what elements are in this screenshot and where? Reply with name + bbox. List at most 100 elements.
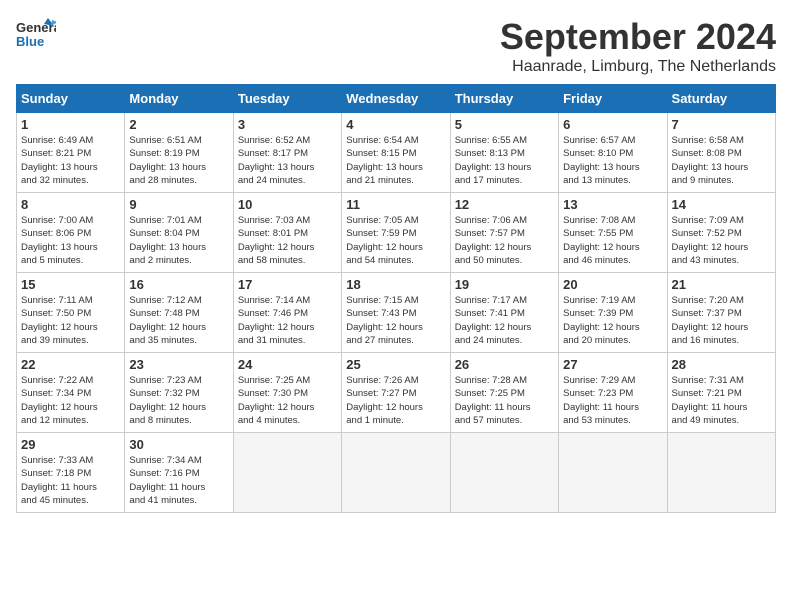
table-row: 11Sunrise: 7:05 AMSunset: 7:59 PMDayligh… [342,193,450,273]
day-details: Sunrise: 7:33 AMSunset: 7:18 PMDaylight:… [21,454,120,507]
day-number: 22 [21,357,120,372]
page-header: General Blue September 2024 Haanrade, Li… [16,16,776,76]
table-row: 29 Sunrise: 7:33 AMSunset: 7:18 PMDayligh… [17,433,125,513]
table-row: 24Sunrise: 7:25 AMSunset: 7:30 PMDayligh… [233,353,341,433]
day-details: Sunrise: 7:34 AMSunset: 7:16 PMDaylight:… [129,454,228,507]
day-number: 28 [672,357,771,372]
calendar-week-row: 1 Sunrise: 6:49 AMSunset: 8:21 PMDaylight… [17,113,776,193]
day-details: Sunrise: 7:28 AMSunset: 7:25 PMDaylight:… [455,374,554,427]
day-number: 20 [563,277,662,292]
day-number: 15 [21,277,120,292]
col-monday: Monday [125,85,233,113]
day-details: Sunrise: 7:11 AMSunset: 7:50 PMDaylight:… [21,294,120,347]
table-row: 13 Sunrise: 7:08 AMSunset: 7:55 PMDayligh… [559,193,667,273]
day-number: 2 [129,117,228,132]
day-number: 18 [346,277,445,292]
table-row: 22 Sunrise: 7:22 AMSunset: 7:34 PMDayligh… [17,353,125,433]
table-row: 26 Sunrise: 7:28 AMSunset: 7:25 PMDayligh… [450,353,558,433]
table-row: 30Sunrise: 7:34 AMSunset: 7:16 PMDayligh… [125,433,233,513]
day-details: Sunrise: 7:00 AMSunset: 8:06 PMDaylight:… [21,214,120,267]
day-details: Sunrise: 7:15 AMSunset: 7:43 PMDaylight:… [346,294,445,347]
day-number: 29 [21,437,120,452]
day-number: 24 [238,357,337,372]
table-row [233,433,341,513]
logo: General Blue [16,16,56,52]
table-row: 5 Sunrise: 6:55 AMSunset: 8:13 PMDaylight… [450,113,558,193]
table-row: 18 Sunrise: 7:15 AMSunset: 7:43 PMDayligh… [342,273,450,353]
day-details: Sunrise: 7:12 AMSunset: 7:48 PMDaylight:… [129,294,228,347]
day-details: Sunrise: 7:01 AMSunset: 8:04 PMDaylight:… [129,214,228,267]
table-row: 25 Sunrise: 7:26 AMSunset: 7:27 PMDayligh… [342,353,450,433]
day-details: Sunrise: 7:29 AMSunset: 7:23 PMDaylight:… [563,374,662,427]
day-number: 6 [563,117,662,132]
calendar-week-row: 22 Sunrise: 7:22 AMSunset: 7:34 PMDayligh… [17,353,776,433]
table-row: 21 Sunrise: 7:20 AMSunset: 7:37 PMDayligh… [667,273,775,353]
month-title: September 2024 [500,16,776,58]
calendar-week-row: 15 Sunrise: 7:11 AMSunset: 7:50 PMDayligh… [17,273,776,353]
day-number: 21 [672,277,771,292]
day-number: 19 [455,277,554,292]
day-number: 13 [563,197,662,212]
col-friday: Friday [559,85,667,113]
day-details: Sunrise: 7:31 AMSunset: 7:21 PMDaylight:… [672,374,771,427]
title-block: September 2024 Haanrade, Limburg, The Ne… [500,16,776,76]
day-number: 3 [238,117,337,132]
table-row: 15 Sunrise: 7:11 AMSunset: 7:50 PMDayligh… [17,273,125,353]
day-details: Sunrise: 6:58 AMSunset: 8:08 PMDaylight:… [672,134,771,187]
calendar-body: 1 Sunrise: 6:49 AMSunset: 8:21 PMDaylight… [17,113,776,513]
day-number: 12 [455,197,554,212]
calendar-header-row: Sunday Monday Tuesday Wednesday Thursday… [17,85,776,113]
day-number: 7 [672,117,771,132]
day-number: 10 [238,197,337,212]
day-details: Sunrise: 7:20 AMSunset: 7:37 PMDaylight:… [672,294,771,347]
day-details: Sunrise: 7:23 AMSunset: 7:32 PMDaylight:… [129,374,228,427]
day-number: 25 [346,357,445,372]
logo-icon: General Blue [16,16,56,52]
day-details: Sunrise: 6:55 AMSunset: 8:13 PMDaylight:… [455,134,554,187]
day-details: Sunrise: 7:19 AMSunset: 7:39 PMDaylight:… [563,294,662,347]
day-number: 14 [672,197,771,212]
day-details: Sunrise: 6:54 AMSunset: 8:15 PMDaylight:… [346,134,445,187]
day-number: 1 [21,117,120,132]
day-details: Sunrise: 7:22 AMSunset: 7:34 PMDaylight:… [21,374,120,427]
col-sunday: Sunday [17,85,125,113]
day-details: Sunrise: 7:08 AMSunset: 7:55 PMDaylight:… [563,214,662,267]
table-row: 3Sunrise: 6:52 AMSunset: 8:17 PMDaylight… [233,113,341,193]
day-details: Sunrise: 7:17 AMSunset: 7:41 PMDaylight:… [455,294,554,347]
table-row: 27Sunrise: 7:29 AMSunset: 7:23 PMDayligh… [559,353,667,433]
day-number: 4 [346,117,445,132]
day-number: 16 [129,277,228,292]
table-row: 10Sunrise: 7:03 AMSunset: 8:01 PMDayligh… [233,193,341,273]
table-row: 16 Sunrise: 7:12 AMSunset: 7:48 PMDayligh… [125,273,233,353]
table-row [559,433,667,513]
table-row [667,433,775,513]
day-number: 9 [129,197,228,212]
table-row: 1 Sunrise: 6:49 AMSunset: 8:21 PMDaylight… [17,113,125,193]
day-number: 23 [129,357,228,372]
col-tuesday: Tuesday [233,85,341,113]
table-row: 19 Sunrise: 7:17 AMSunset: 7:41 PMDayligh… [450,273,558,353]
table-row: 4 Sunrise: 6:54 AMSunset: 8:15 PMDaylight… [342,113,450,193]
table-row: 9 Sunrise: 7:01 AMSunset: 8:04 PMDaylight… [125,193,233,273]
table-row: 28 Sunrise: 7:31 AMSunset: 7:21 PMDayligh… [667,353,775,433]
col-thursday: Thursday [450,85,558,113]
calendar-week-row: 8Sunrise: 7:00 AMSunset: 8:06 PMDaylight… [17,193,776,273]
table-row: 14 Sunrise: 7:09 AMSunset: 7:52 PMDayligh… [667,193,775,273]
table-row: 20 Sunrise: 7:19 AMSunset: 7:39 PMDayligh… [559,273,667,353]
table-row: 23 Sunrise: 7:23 AMSunset: 7:32 PMDayligh… [125,353,233,433]
day-details: Sunrise: 6:57 AMSunset: 8:10 PMDaylight:… [563,134,662,187]
table-row: 2 Sunrise: 6:51 AMSunset: 8:19 PMDaylight… [125,113,233,193]
day-details: Sunrise: 6:49 AMSunset: 8:21 PMDaylight:… [21,134,120,187]
col-saturday: Saturday [667,85,775,113]
day-number: 26 [455,357,554,372]
day-details: Sunrise: 7:09 AMSunset: 7:52 PMDaylight:… [672,214,771,267]
day-details: Sunrise: 7:26 AMSunset: 7:27 PMDaylight:… [346,374,445,427]
day-number: 5 [455,117,554,132]
col-wednesday: Wednesday [342,85,450,113]
day-details: Sunrise: 6:51 AMSunset: 8:19 PMDaylight:… [129,134,228,187]
day-details: Sunrise: 7:06 AMSunset: 7:57 PMDaylight:… [455,214,554,267]
calendar-week-row: 29 Sunrise: 7:33 AMSunset: 7:18 PMDayligh… [17,433,776,513]
day-number: 11 [346,197,445,212]
table-row: 12 Sunrise: 7:06 AMSunset: 7:57 PMDayligh… [450,193,558,273]
table-row: 7 Sunrise: 6:58 AMSunset: 8:08 PMDaylight… [667,113,775,193]
